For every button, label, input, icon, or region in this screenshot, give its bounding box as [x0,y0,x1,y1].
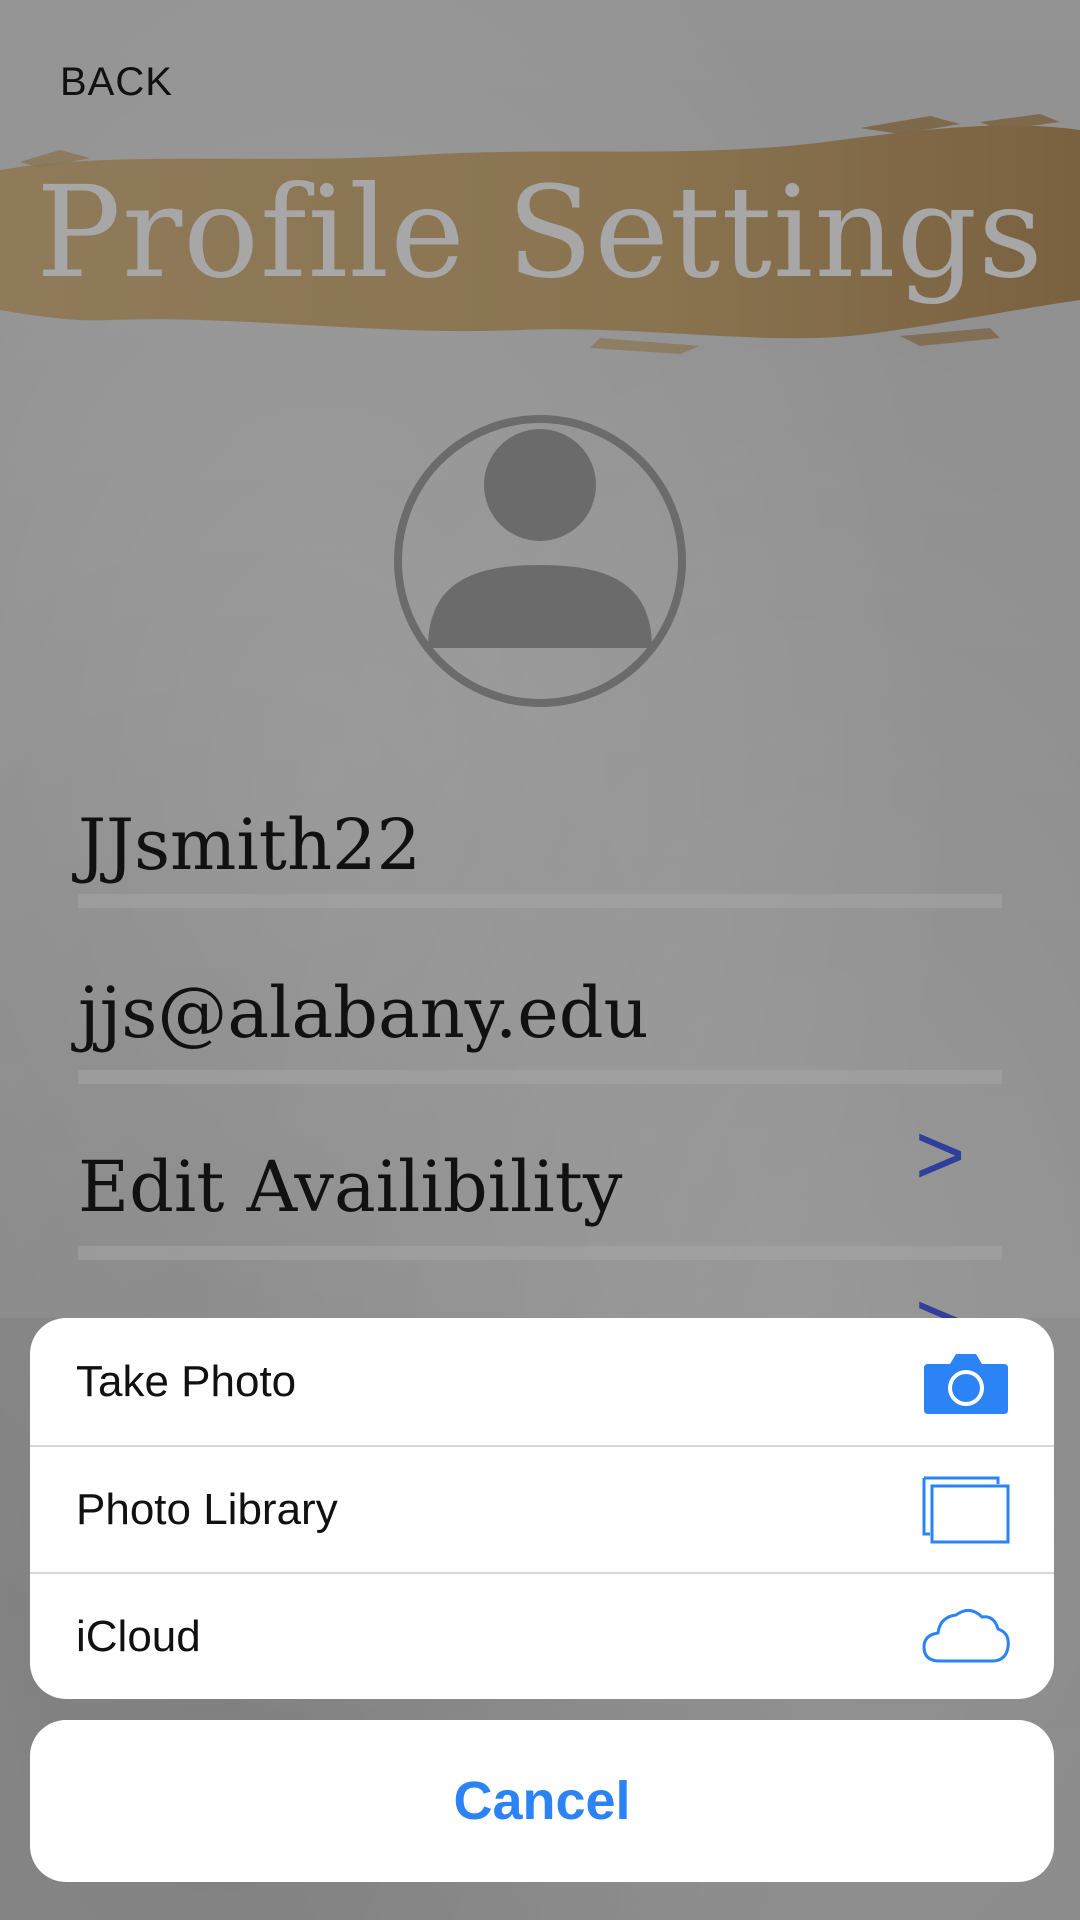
photo-library-label: Photo Library [76,1484,338,1534]
page-title: Profile Settings [36,159,1044,306]
email-field[interactable]: jjs@alabany.edu [78,978,1002,1048]
back-button[interactable]: BACK [60,60,173,105]
cancel-button[interactable]: Cancel [30,1720,1054,1882]
photo-source-action-sheet: Take Photo Photo Library iCloud [30,1318,1054,1699]
edit-availability-label[interactable]: Edit Availibility [78,1152,1002,1222]
icloud-label: iCloud [76,1611,201,1661]
username-field[interactable]: JJsmith22 [78,810,1002,880]
photo-library-icon [922,1476,1010,1543]
cancel-label: Cancel [453,1771,631,1831]
avatar-placeholder-icon[interactable] [392,413,688,709]
email-underline [78,1070,1002,1084]
cloud-icon [922,1608,1010,1662]
take-photo-label: Take Photo [76,1356,297,1406]
camera-icon [924,1353,1008,1414]
take-photo-option[interactable]: Take Photo [30,1318,1054,1445]
icloud-option[interactable]: iCloud [30,1572,1054,1699]
chevron-right-icon[interactable]: > [915,1112,965,1198]
username-underline [78,894,1002,908]
edit-availability-underline [78,1246,1002,1260]
photo-library-option[interactable]: Photo Library [30,1445,1054,1572]
